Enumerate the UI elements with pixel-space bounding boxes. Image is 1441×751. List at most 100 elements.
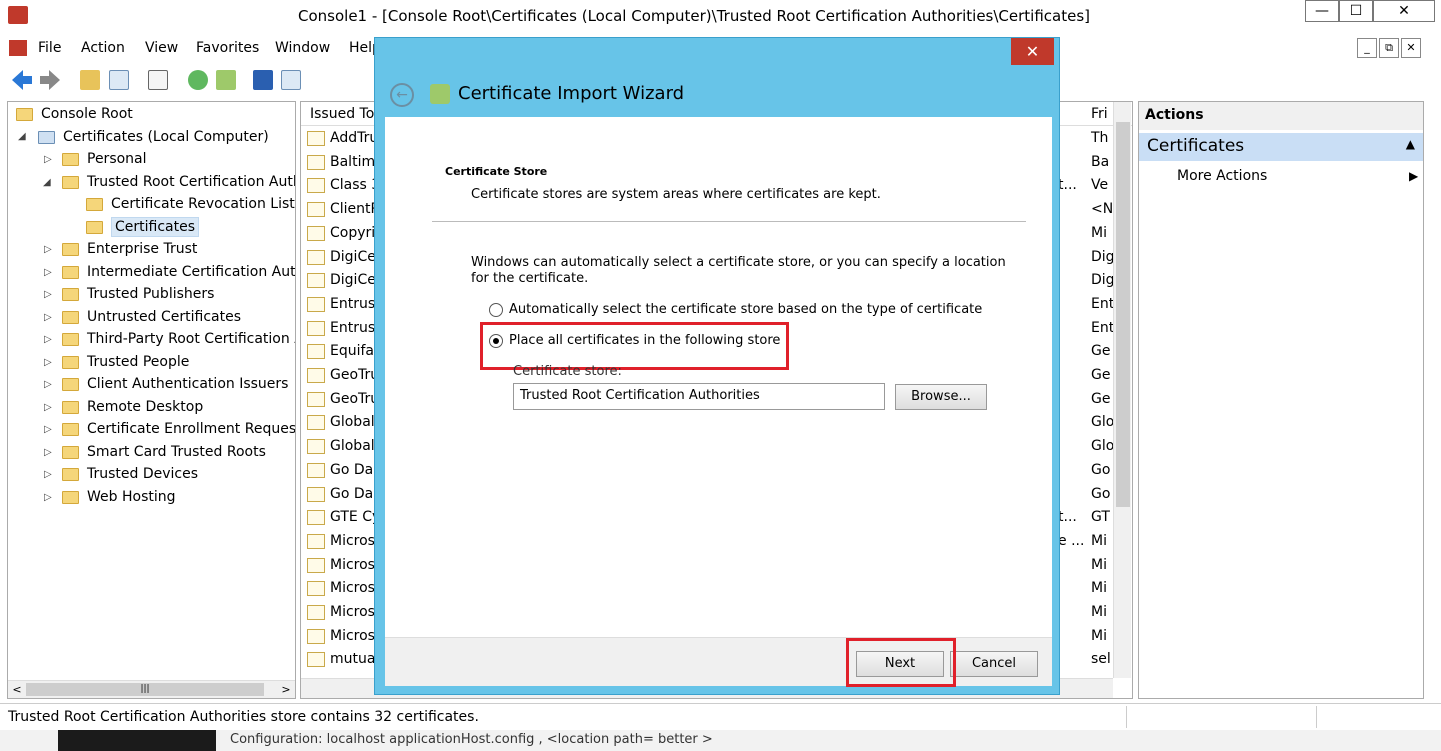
certificate-import-wizard: ✕ ← Certificate Import Wizard Certificat… bbox=[374, 37, 1060, 695]
tree-item-trusted-devices[interactable]: Trusted Devices bbox=[62, 463, 198, 485]
certificate-icon bbox=[307, 581, 325, 597]
issued-to-cell: ClientR bbox=[330, 201, 381, 218]
maximize-button[interactable]: ☐ bbox=[1339, 0, 1373, 22]
expand-arrow-icon[interactable]: ▷ bbox=[44, 447, 52, 458]
tree-item-enrollment-requests[interactable]: Certificate Enrollment Requests bbox=[62, 418, 295, 440]
export-list-icon[interactable] bbox=[216, 70, 236, 90]
radio-button[interactable] bbox=[489, 302, 503, 317]
wizard-close-button[interactable]: ✕ bbox=[1011, 38, 1054, 65]
issued-to-cell: DigiCe bbox=[330, 248, 376, 265]
scroll-thumb[interactable]: ||| bbox=[26, 683, 264, 696]
tree-item-smart-card[interactable]: Smart Card Trusted Roots bbox=[62, 441, 266, 463]
cancel-button[interactable]: Cancel bbox=[950, 651, 1038, 677]
issued-to-cell: GeoTru bbox=[330, 367, 380, 383]
close-button[interactable]: ✕ bbox=[1373, 0, 1435, 22]
column-issued-to[interactable]: Issued To bbox=[310, 106, 374, 122]
scroll-left-icon[interactable]: < bbox=[8, 681, 26, 698]
issued-to-cell: AddTru bbox=[330, 130, 379, 146]
collapse-arrow-icon[interactable]: ◢ bbox=[43, 177, 51, 188]
expand-arrow-icon[interactable]: ▷ bbox=[44, 334, 52, 345]
tree-item-personal[interactable]: Personal bbox=[62, 148, 147, 170]
folder-icon bbox=[62, 490, 79, 504]
collapse-up-icon[interactable]: ▲ bbox=[1406, 137, 1415, 151]
expand-arrow-icon[interactable]: ▷ bbox=[44, 379, 52, 390]
radio-auto-select[interactable]: Automatically select the certificate sto… bbox=[489, 302, 982, 317]
scroll-thumb[interactable] bbox=[1116, 122, 1130, 507]
expand-arrow-icon[interactable]: ▷ bbox=[44, 244, 52, 255]
expand-arrow-icon[interactable]: ▷ bbox=[44, 267, 52, 278]
folder-icon bbox=[62, 242, 79, 256]
tree-item-remote-desktop[interactable]: Remote Desktop bbox=[62, 396, 203, 418]
background-window-strip: Configuration: localhost applicationHost… bbox=[0, 730, 1441, 751]
mdi-minimize-button[interactable]: _ bbox=[1357, 38, 1377, 58]
certificate-icon bbox=[307, 178, 325, 194]
tree-horizontal-scrollbar[interactable]: < ||| > bbox=[8, 680, 295, 698]
more-actions-link[interactable]: More Actions bbox=[1177, 168, 1267, 184]
expand-arrow-icon[interactable]: ▷ bbox=[44, 154, 52, 165]
collapse-arrow-icon[interactable]: ◢ bbox=[18, 131, 26, 142]
expand-arrow-icon[interactable]: ▷ bbox=[44, 312, 52, 323]
tree-item-third-party[interactable]: Third-Party Root Certification Authoriti… bbox=[62, 328, 295, 350]
dark-panel bbox=[58, 730, 216, 751]
scroll-right-icon[interactable]: > bbox=[277, 681, 295, 698]
tree-item-intermediate[interactable]: Intermediate Certification Authorities bbox=[62, 261, 295, 283]
wizard-page: Certificate Store Certificate stores are… bbox=[385, 117, 1052, 637]
console-icon[interactable] bbox=[9, 40, 27, 56]
certificate-icon bbox=[307, 320, 325, 336]
issued-to-cell: Micros bbox=[330, 604, 375, 620]
issued-to-cell: GeoTru bbox=[330, 390, 380, 407]
issued-to-cell: Global bbox=[330, 438, 375, 455]
menu-action[interactable]: Action bbox=[81, 40, 125, 56]
expand-arrow-icon[interactable]: ▷ bbox=[44, 357, 52, 368]
show-hide-tree-icon[interactable] bbox=[109, 70, 129, 90]
certificate-icon bbox=[307, 652, 325, 668]
tree-item-crl[interactable]: Certificate Revocation List bbox=[86, 193, 295, 215]
actions-section-certificates[interactable]: Certificates ▲ bbox=[1139, 133, 1423, 161]
column-friendly-name[interactable]: Fri bbox=[1091, 106, 1108, 122]
expand-arrow-icon[interactable]: ▷ bbox=[44, 424, 52, 435]
friendly-name-cell: Mi bbox=[1091, 604, 1107, 620]
back-arrow-icon[interactable] bbox=[12, 70, 32, 90]
friendly-name-cell: Mi bbox=[1091, 580, 1107, 597]
folder-icon bbox=[62, 467, 79, 481]
certificate-icon bbox=[307, 510, 325, 526]
minimize-button[interactable]: — bbox=[1305, 0, 1339, 22]
friendly-name-cell: Ve bbox=[1091, 177, 1109, 194]
tree-item-untrusted[interactable]: Untrusted Certificates bbox=[62, 306, 241, 328]
tree-certificates-local[interactable]: Certificates (Local Computer) bbox=[38, 126, 269, 148]
column-fragment-cell: e ... bbox=[1058, 532, 1085, 549]
menu-window[interactable]: Window bbox=[275, 40, 330, 56]
friendly-name-cell: Go bbox=[1091, 461, 1111, 478]
expand-arrow-icon[interactable]: ▷ bbox=[44, 402, 52, 413]
properties-icon[interactable] bbox=[148, 70, 168, 90]
menu-file[interactable]: File bbox=[38, 40, 61, 56]
tree-item-web-hosting[interactable]: Web Hosting bbox=[62, 486, 176, 508]
tree-item-certificates[interactable]: Certificates bbox=[86, 216, 200, 238]
mdi-close-button[interactable]: ✕ bbox=[1401, 38, 1421, 58]
tree-item-trusted-root[interactable]: Trusted Root Certification Authorities bbox=[62, 171, 295, 193]
wizard-footer: Next Cancel bbox=[385, 637, 1052, 687]
forward-arrow-icon[interactable] bbox=[40, 70, 60, 90]
tree-item-client-auth[interactable]: Client Authentication Issuers bbox=[62, 373, 288, 395]
browse-button[interactable]: Browse... bbox=[895, 384, 987, 410]
menu-favorites[interactable]: Favorites bbox=[196, 40, 259, 56]
tree-item-trusted-people[interactable]: Trusted People bbox=[62, 351, 189, 373]
certificate-icon bbox=[307, 439, 325, 455]
certificate-store-field[interactable]: Trusted Root Certification Authorities bbox=[513, 383, 885, 410]
tree-item-enterprise-trust[interactable]: Enterprise Trust bbox=[62, 238, 197, 260]
tree-item-trusted-publishers[interactable]: Trusted Publishers bbox=[62, 283, 214, 305]
menu-view[interactable]: View bbox=[145, 40, 178, 56]
back-arrow-icon[interactable]: ← bbox=[390, 83, 414, 107]
expand-arrow-icon[interactable]: ▷ bbox=[44, 469, 52, 480]
mdi-restore-button[interactable]: ⧉ bbox=[1379, 38, 1399, 58]
expand-arrow-icon[interactable]: ▷ bbox=[44, 289, 52, 300]
refresh-icon[interactable] bbox=[188, 70, 208, 90]
expand-arrow-icon[interactable]: ▷ bbox=[44, 492, 52, 503]
title-bar: Console1 - [Console Root\Certificates (L… bbox=[0, 0, 1441, 34]
help-icon[interactable] bbox=[253, 70, 273, 90]
tree-console-root[interactable]: Console Root bbox=[16, 103, 133, 125]
show-hide-action-pane-icon[interactable] bbox=[281, 70, 301, 90]
friendly-name-cell: Th bbox=[1091, 130, 1109, 146]
list-vertical-scrollbar[interactable] bbox=[1113, 102, 1131, 678]
up-folder-icon[interactable] bbox=[80, 70, 100, 90]
